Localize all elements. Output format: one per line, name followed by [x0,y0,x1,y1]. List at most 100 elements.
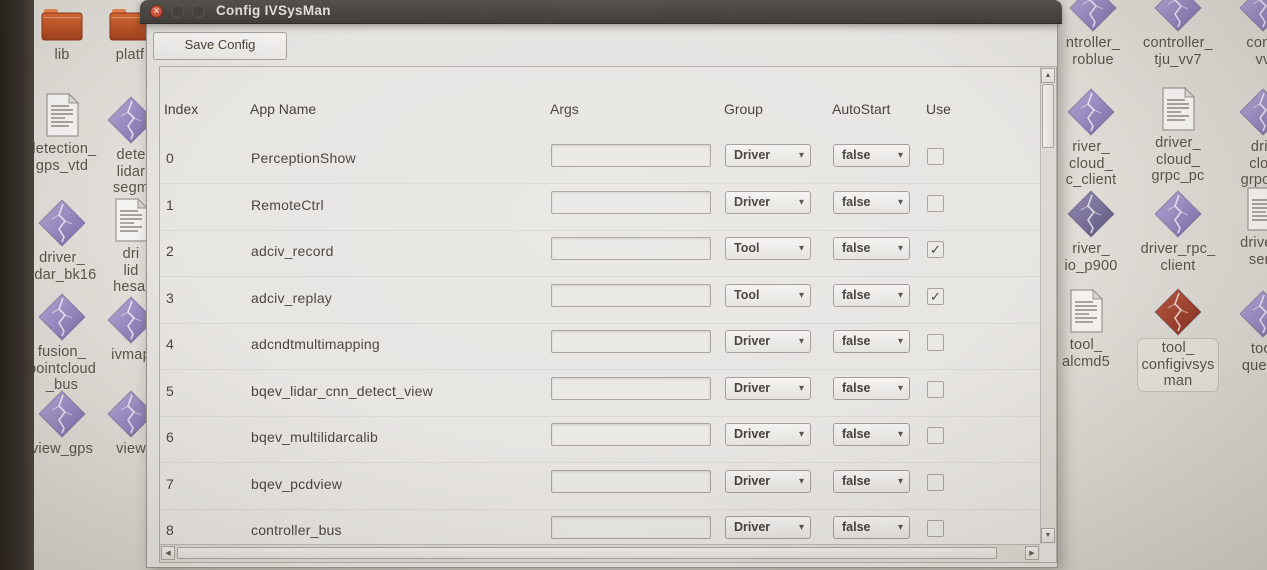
group-dropdown-value: Tool [734,241,759,255]
diamond-icon [1134,288,1222,336]
chevron-down-icon: ▾ [898,378,903,399]
cell-index: 5 [166,383,174,399]
group-dropdown[interactable]: Tool ▾ [725,284,811,307]
window-titlebar[interactable]: × Config IVSysMan [140,0,1062,24]
chevron-down-icon: ▾ [799,285,804,306]
use-checkbox[interactable] [927,334,944,351]
args-input[interactable] [551,237,711,260]
vertical-scrollbar-thumb[interactable] [1042,84,1054,148]
use-checkbox[interactable] [927,474,944,491]
chevron-down-icon: ▾ [799,192,804,213]
group-dropdown[interactable]: Driver▾ [725,516,811,539]
desktop-icon-river-cloud-c-client[interactable]: river_ cloud_ c_client [1047,88,1135,189]
group-dropdown-value: Tool [734,288,759,302]
chevron-down-icon: ▾ [799,145,804,166]
use-checkbox[interactable]: ✓ [927,241,944,258]
autostart-dropdown-value: false [842,474,871,488]
config-window: Save Config Index App Name Args Group Au… [146,23,1058,568]
group-dropdown[interactable]: Driver▾ [725,330,811,353]
desktop-icon-tool-queryr[interactable]: tool queryr [1219,290,1267,374]
window-title: Config IVSysMan [216,3,331,18]
diamond-icon [1134,190,1222,238]
diamond-icon [1219,290,1267,338]
group-dropdown[interactable]: Driver▾ [725,191,811,214]
args-input[interactable] [551,470,711,493]
scroll-right-icon[interactable]: ▶ [1025,546,1039,560]
horizontal-scrollbar-thumb[interactable] [177,547,997,559]
desktop-icon-contr-vv[interactable]: contr vv [1219,0,1267,68]
use-checkbox[interactable] [927,427,944,444]
desktop-icon-driver-serv[interactable]: driver_ serv [1219,186,1267,268]
autostart-dropdown[interactable]: false ▾ [833,330,910,353]
autostart-dropdown[interactable]: false▾ [833,284,910,307]
maximize-icon[interactable] [192,5,205,18]
desktop-icon-controller-tju-vv7[interactable]: controller_ tju_vv7 [1134,0,1222,68]
use-checkbox[interactable] [927,381,944,398]
chevron-down-icon: ▾ [898,471,903,492]
group-dropdown[interactable]: Driver▾ [725,470,811,493]
args-input[interactable] [551,423,711,446]
autostart-dropdown[interactable]: false▾ [833,191,910,214]
desktop-icon-river-io-p900[interactable]: river_ io_p900 [1047,190,1135,274]
desktop-icon-label: driver_ serv [1219,235,1267,268]
group-dropdown[interactable]: Driver▾ [725,377,811,400]
diamond-icon [1047,88,1135,136]
diamond-icon [1049,0,1137,32]
close-icon[interactable]: × [150,5,163,18]
scroll-up-icon[interactable]: ▲ [1041,68,1055,83]
group-dropdown[interactable]: Driver▾ [725,144,811,167]
table-row: 1RemoteCtrlDriver▾false▾ [161,184,1040,231]
group-dropdown-value: Driver [734,334,770,348]
use-checkbox[interactable] [927,148,944,165]
autostart-dropdown[interactable]: false▾ [833,377,910,400]
table-row: 2adciv_recordTool▾false▾✓ [161,230,1040,277]
table-row: 5bqev_lidar_cnn_detect_viewDriver▾false▾ [161,370,1040,417]
cell-app-name: RemoteCtrl [251,197,324,213]
autostart-dropdown[interactable]: false▾ [833,144,910,167]
diamond-icon [1134,0,1222,32]
autostart-dropdown-value: false [842,334,871,348]
table-row: 7bqev_pcdviewDriver▾false▾ [161,463,1040,510]
use-checkbox[interactable]: ✓ [927,288,944,305]
use-checkbox[interactable] [927,520,944,537]
autostart-dropdown[interactable]: false▾ [833,237,910,260]
group-dropdown[interactable]: Driver▾ [725,423,811,446]
desktop-icon-label: tool queryr [1219,341,1267,374]
args-input[interactable] [551,377,711,400]
scroll-left-icon[interactable]: ◀ [161,546,175,560]
diamond-icon [1219,88,1267,136]
desktop-icon-ntroller-roblue[interactable]: ntroller_ roblue [1049,0,1137,68]
use-checkbox[interactable] [927,195,944,212]
args-input[interactable] [551,284,711,307]
desktop-icon-driver-rpc-client[interactable]: driver_rpc_ client [1134,190,1222,274]
desktop-icon-label: river_ io_p900 [1047,241,1135,274]
cell-index: 8 [166,522,174,538]
desktop-icon-tool-configivsysman[interactable]: tool_ configivsys man [1134,288,1222,391]
app-table: Index App Name Args Group AutoStart Use … [159,66,1057,563]
group-dropdown[interactable]: Tool▾ [725,237,811,260]
chevron-down-icon: ▾ [799,378,804,399]
args-input[interactable] [551,191,711,214]
desktop-icon-driver-cloud-grpc-pc[interactable]: driver_ cloud_ grpc_pc [1134,86,1222,185]
vertical-scrollbar[interactable]: ▲ ▼ [1040,67,1056,544]
args-input[interactable] [551,144,711,167]
args-input[interactable] [551,330,711,353]
table-row: 4adcndtmultimappingDriver▾false▾ [161,323,1040,370]
cell-app-name: PerceptionShow [251,150,356,166]
autostart-dropdown[interactable]: false▾ [833,423,910,446]
horizontal-scrollbar[interactable]: ◀ ▶ [160,544,1040,562]
desktop-icon-driv-clou-grpc-s[interactable]: driv clou grpc_s [1219,88,1267,189]
minimize-icon[interactable] [171,5,184,18]
chevron-down-icon: ▾ [898,424,903,445]
save-config-button[interactable]: Save Config [153,32,287,60]
monitor-bezel [0,0,34,570]
chevron-down-icon: ▾ [799,471,804,492]
chevron-down-icon: ▾ [898,331,903,352]
group-dropdown-value: Driver [734,427,770,441]
args-input[interactable] [551,516,711,539]
autostart-dropdown[interactable]: false ▾ [833,470,910,493]
autostart-dropdown-value: false [842,148,871,162]
autostart-dropdown[interactable]: false▾ [833,516,910,539]
scroll-down-icon[interactable]: ▼ [1041,528,1055,543]
cell-index: 6 [166,429,174,445]
